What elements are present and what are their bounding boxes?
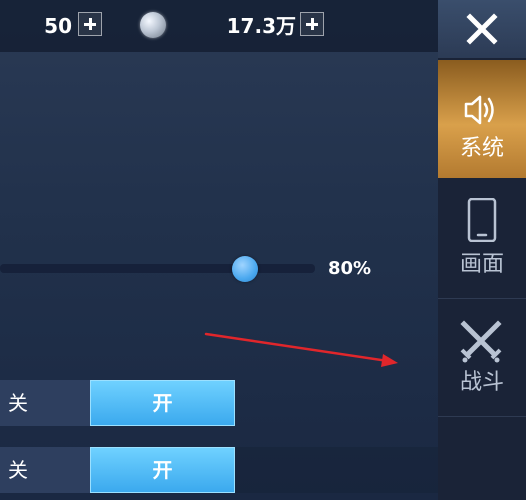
toggle-on-button-2[interactable]: 开 bbox=[90, 447, 235, 493]
toggle-off-button-1[interactable]: 关 bbox=[0, 380, 90, 426]
toggle-on-button-1[interactable]: 开 bbox=[90, 380, 235, 426]
toggle-row-2-background bbox=[235, 447, 438, 493]
toggle-off-button-2[interactable]: 关 bbox=[0, 447, 90, 493]
toggle-row-2: 关 开 bbox=[0, 447, 438, 493]
toggle-row-1: 关 开 bbox=[0, 380, 438, 426]
